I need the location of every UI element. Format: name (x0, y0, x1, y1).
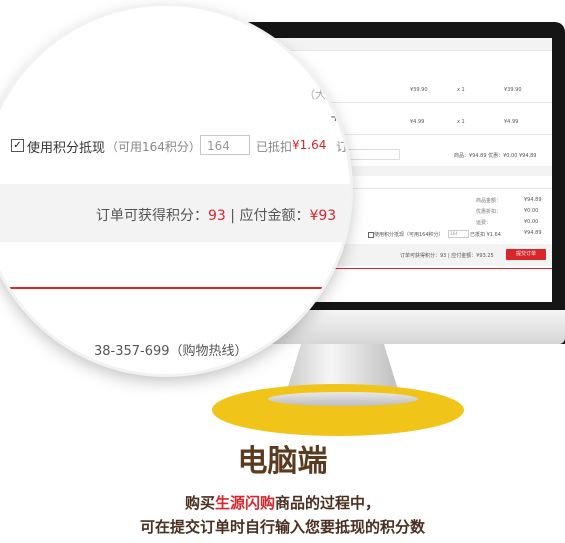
goods-amount-label: 商品金额： (476, 198, 502, 204)
hotline-text: 38-357-699（购物热线） (94, 344, 248, 359)
note-input[interactable] (342, 149, 400, 160)
red-divider (0, 287, 350, 289)
payable-amount: ¥93 (309, 208, 337, 224)
total-value: ¥94.89 (524, 230, 542, 236)
goods-amount-value: ¥94.89 (524, 197, 542, 203)
use-points-label-small: 使用积分抵现（可用164积分） (374, 232, 444, 238)
earn-points: 93 (208, 208, 226, 224)
plus-text: + (330, 110, 341, 125)
earn-points-line: 订单可获得积分：93 | 应付金额：¥93 (96, 205, 336, 225)
earn-label: 订单可获得积分： (96, 208, 208, 224)
goods-total-line: 商品：¥94.89 优惠：¥0.00 ¥94.89 (454, 153, 537, 159)
deducted-label: 已抵扣 (256, 140, 293, 154)
available-points: （可用164积分） (106, 140, 201, 154)
caption-pre: 购买 (184, 494, 215, 512)
shipping-value: ¥0.00 (524, 219, 539, 225)
section-title: 电脑端 (237, 444, 328, 479)
row-count: x 1 (457, 119, 465, 125)
use-points-checkbox[interactable]: ✓ (11, 139, 24, 152)
use-points-label: 使用积分抵现 (27, 141, 106, 156)
monitor-base (268, 392, 418, 406)
points-input[interactable]: 164 (200, 135, 250, 155)
caption-line-2: 可在提交订单时自行输入您要抵现的积分数 (139, 518, 425, 536)
submit-order-button[interactable]: 提交订单 (506, 249, 546, 260)
discount-value: ¥0.00 (524, 208, 539, 214)
deducted-amount: ¥1.64 (292, 138, 327, 152)
deducted-small: 已抵扣 ¥1.64 (470, 232, 501, 238)
points-input-small[interactable]: 164 (448, 230, 469, 238)
caption-line-1: 购买生源闪购商品的过程中， (0, 492, 565, 513)
row-subtotal: ¥39.90 (504, 87, 522, 93)
brand-name: 生源闪购 (214, 494, 275, 512)
discount-label: 优惠折扣： (476, 209, 502, 215)
shipping-label: 运费： (476, 220, 492, 226)
earn-line-small: 订单可获得积分：93 | 应付金额：¥93.25 (400, 253, 494, 259)
row-count: x 1 (457, 87, 465, 93)
row-subtotal: ¥4.99 (504, 119, 519, 125)
caption-post: 商品的过程中， (275, 494, 381, 512)
row-price: ¥39.90 (410, 87, 428, 93)
cut-text: 订 (336, 140, 349, 154)
partial-top-text: （大） (304, 88, 337, 101)
row-price: ¥4.99 (410, 119, 425, 125)
payable-label: | 应付金额： (225, 208, 310, 224)
